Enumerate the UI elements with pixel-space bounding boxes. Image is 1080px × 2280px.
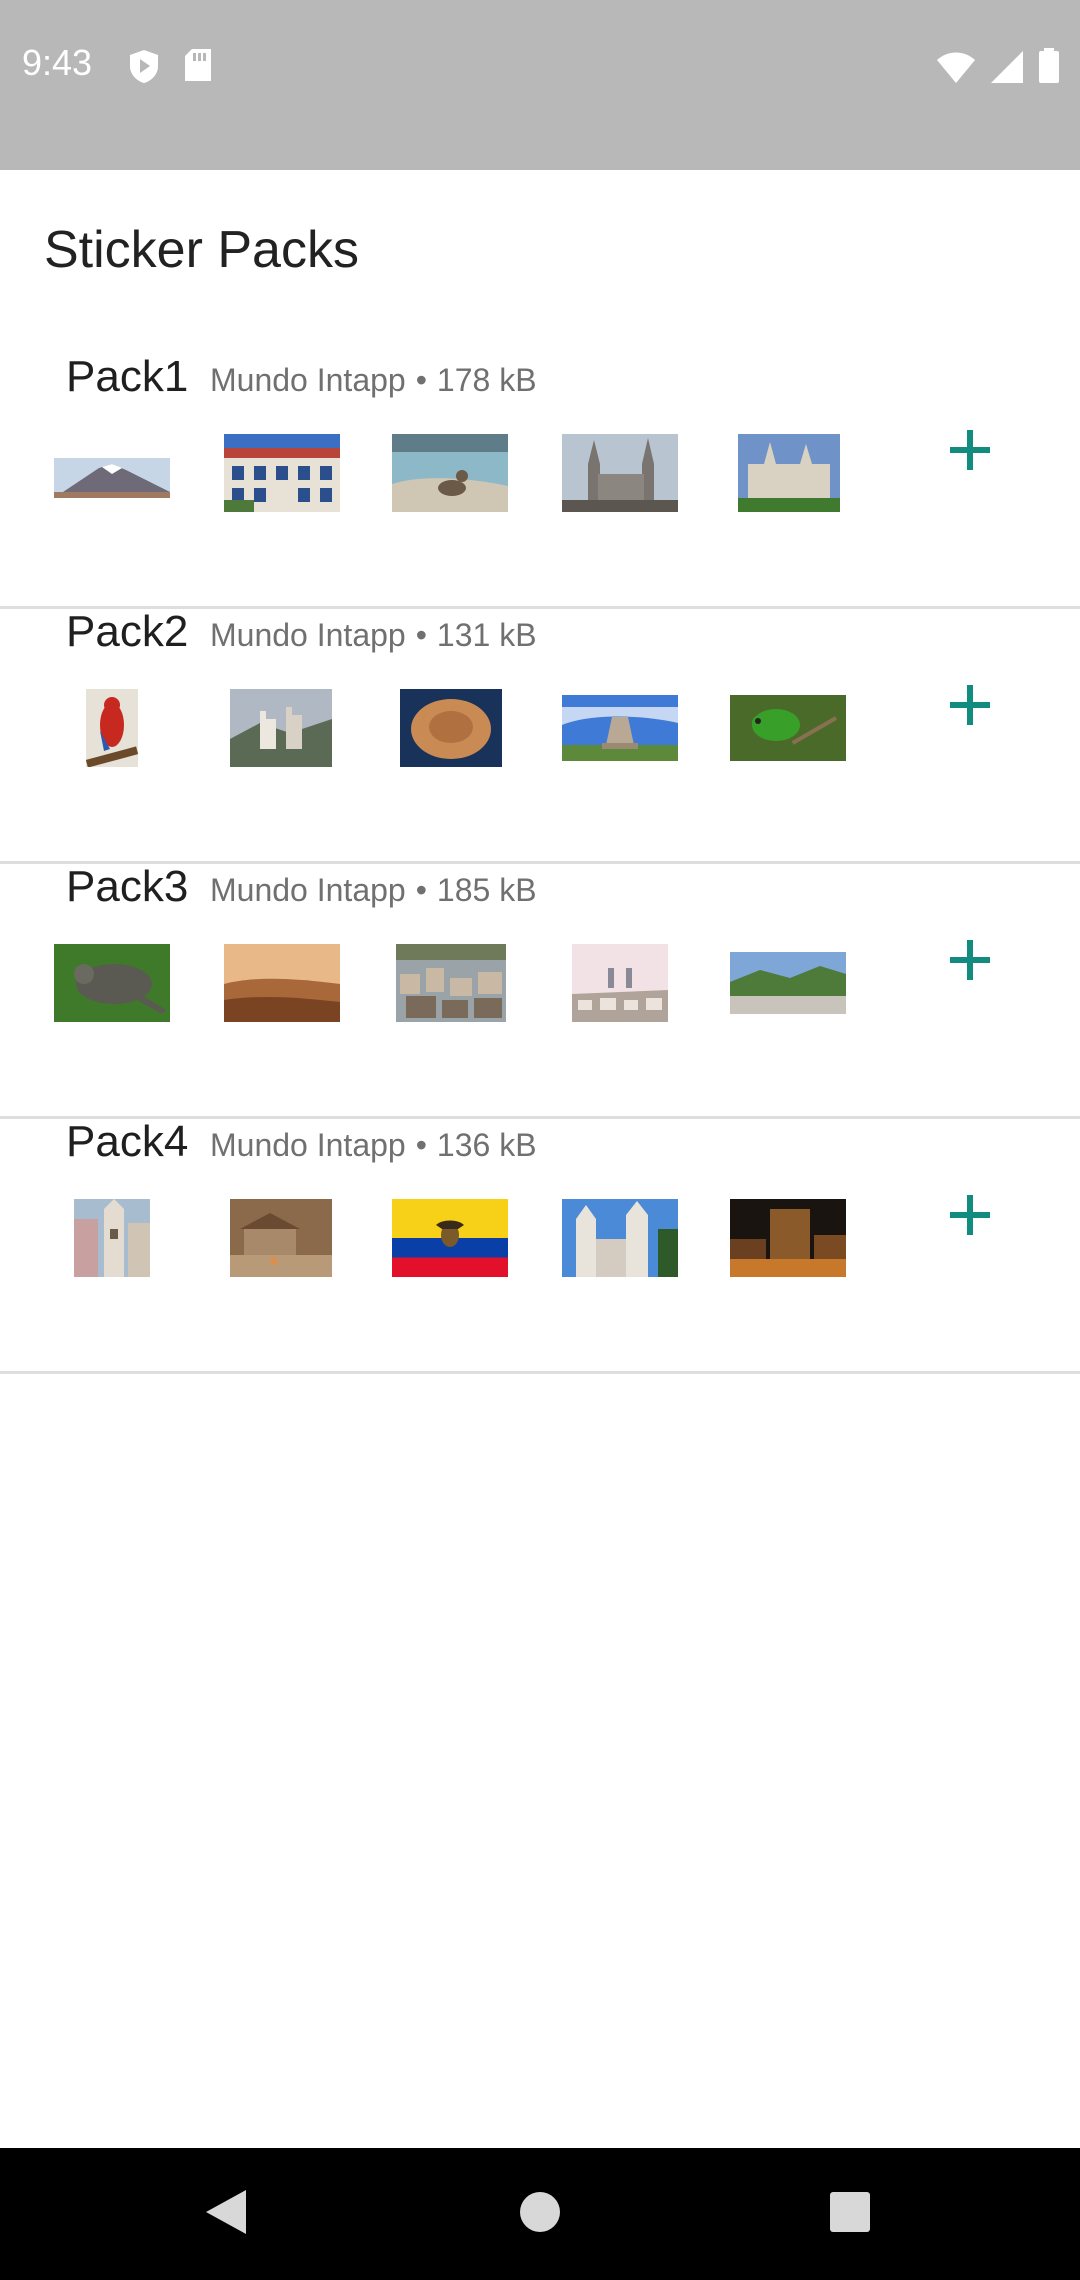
pack-separator: • xyxy=(415,1127,427,1163)
pack-author: Mundo Intapp xyxy=(210,362,406,398)
pack-thumbnails xyxy=(0,434,900,544)
sticker-thumbnail xyxy=(86,689,138,767)
back-button[interactable] xyxy=(190,2178,262,2250)
pack-separator: • xyxy=(415,872,427,908)
recents-button[interactable] xyxy=(814,2178,886,2250)
wifi-icon xyxy=(936,52,976,89)
shield-icon xyxy=(128,48,160,89)
sticker-thumbnail xyxy=(730,952,846,1014)
sticker-pack-row[interactable]: Pack4 Mundo Intapp • 136 kB xyxy=(0,1117,1080,1374)
pack-name: Pack3 xyxy=(66,862,189,911)
pack-separator: • xyxy=(415,362,427,398)
sticker-pack-row[interactable]: Pack2 Mundo Intapp • 131 kB xyxy=(0,607,1080,864)
pack-separator: • xyxy=(415,617,427,653)
pack-author: Mundo Intapp xyxy=(210,872,406,908)
sticker-thumbnail xyxy=(230,689,332,767)
sticker-thumbnail xyxy=(230,1199,332,1277)
pack-name: Pack2 xyxy=(66,607,189,656)
plus-icon xyxy=(948,938,992,987)
page-title: Sticker Packs xyxy=(44,221,359,279)
sticker-thumbnail xyxy=(572,944,668,1022)
add-pack-button[interactable] xyxy=(940,1187,1000,1247)
pack-author: Mundo Intapp xyxy=(210,617,406,653)
pack-thumbnails xyxy=(0,1199,900,1309)
sticker-pack-row[interactable]: Pack1 Mundo Intapp • 178 kB xyxy=(0,352,1080,609)
pack-author: Mundo Intapp xyxy=(210,1127,406,1163)
status-bar: 9:43 xyxy=(0,0,1080,170)
home-button[interactable] xyxy=(504,2178,576,2250)
pack-thumbnails xyxy=(0,944,900,1054)
sticker-thumbnail xyxy=(74,1199,150,1277)
add-pack-button[interactable] xyxy=(940,677,1000,737)
sticker-thumbnail xyxy=(562,695,678,761)
signal-icon xyxy=(990,50,1024,89)
pack-size: 131 kB xyxy=(436,617,537,653)
sticker-thumbnail xyxy=(396,944,506,1022)
sticker-thumbnail xyxy=(738,434,840,512)
pack-name: Pack1 xyxy=(66,352,189,401)
pack-size: 185 kB xyxy=(436,872,537,908)
sticker-thumbnail xyxy=(562,1199,678,1277)
sticker-thumbnail xyxy=(730,695,846,761)
sticker-thumbnail xyxy=(54,944,170,1022)
pack-meta: Mundo Intapp • 131 kB xyxy=(210,617,537,654)
status-time: 9:43 xyxy=(22,42,93,83)
navigation-bar xyxy=(0,2148,1080,2280)
battery-icon xyxy=(1038,48,1060,89)
recents-icon xyxy=(829,2191,871,2238)
sticker-thumbnail xyxy=(730,1199,846,1277)
sticker-thumbnail xyxy=(392,434,508,512)
add-pack-button[interactable] xyxy=(940,422,1000,482)
sticker-thumbnail xyxy=(224,944,340,1022)
sticker-thumbnail xyxy=(224,434,340,512)
pack-name: Pack4 xyxy=(66,1117,189,1166)
sticker-pack-row[interactable]: Pack3 Mundo Intapp • 185 kB xyxy=(0,862,1080,1119)
pack-meta: Mundo Intapp • 136 kB xyxy=(210,1127,537,1164)
sticker-thumbnail xyxy=(562,434,678,512)
home-icon xyxy=(518,2190,562,2239)
sticker-thumbnail xyxy=(392,1199,508,1277)
plus-icon xyxy=(948,683,992,732)
sticker-thumbnail xyxy=(54,458,170,498)
pack-thumbnails xyxy=(0,689,900,799)
sticker-thumbnail xyxy=(400,689,502,767)
pack-size: 136 kB xyxy=(436,1127,537,1163)
plus-icon xyxy=(948,1193,992,1242)
add-pack-button[interactable] xyxy=(940,932,1000,992)
plus-icon xyxy=(948,428,992,477)
back-icon xyxy=(204,2188,248,2241)
pack-meta: Mundo Intapp • 178 kB xyxy=(210,362,537,399)
sd-card-icon xyxy=(184,48,212,89)
pack-size: 178 kB xyxy=(436,362,537,398)
pack-meta: Mundo Intapp • 185 kB xyxy=(210,872,537,909)
